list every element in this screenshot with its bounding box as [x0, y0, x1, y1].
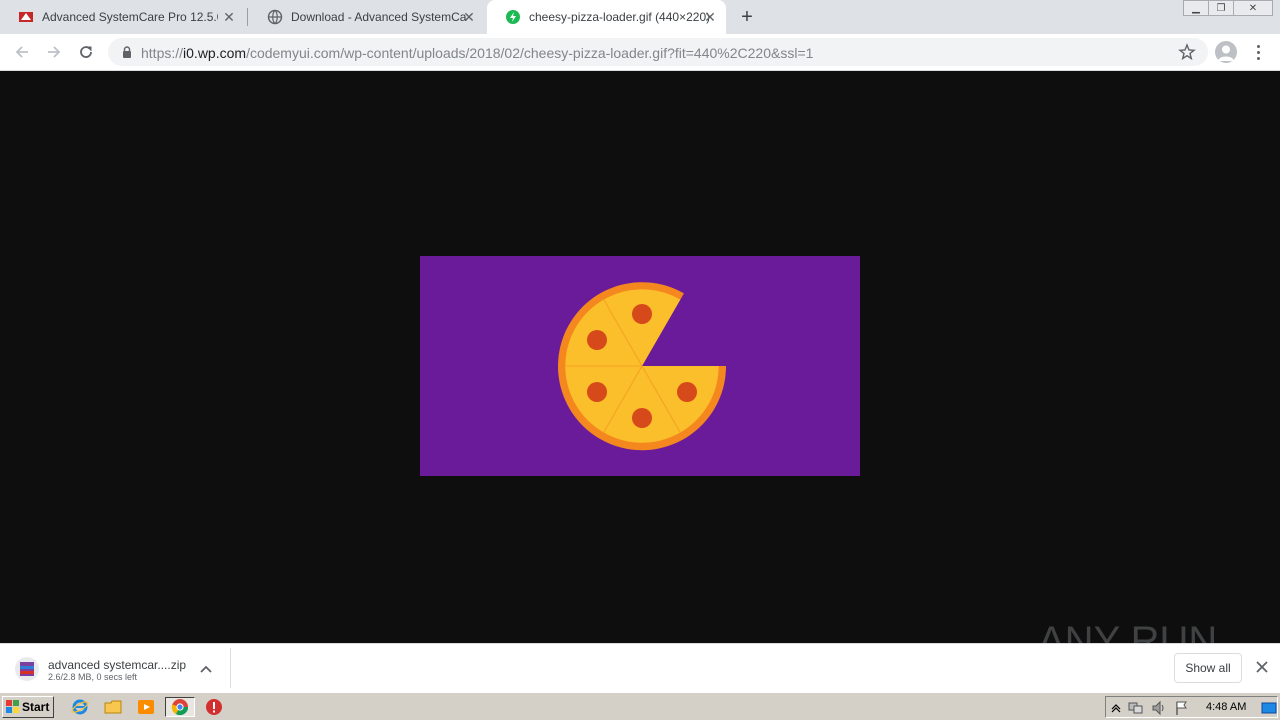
back-arrow-icon[interactable]: [10, 40, 34, 64]
new-tab-plus-icon[interactable]: +: [737, 6, 757, 28]
reload-icon[interactable]: [74, 40, 98, 64]
bookmark-star-icon[interactable]: [1178, 43, 1196, 61]
tab-pizza-loader[interactable]: cheesy-pizza-loader.gif (440×220) ✕: [487, 0, 726, 34]
url-path: /codemyui.com/wp-content/uploads/2018/02…: [246, 45, 814, 61]
tab-strip: Advanced SystemCare Pro 12.5.0.3 ✕ Downl…: [0, 0, 1280, 34]
browser-toolbar: https://i0.wp.com/codemyui.com/wp-conten…: [0, 34, 1280, 71]
internet-explorer-icon[interactable]: [70, 697, 90, 717]
tab-separator: [247, 8, 248, 26]
download-item[interactable]: advanced systemcar....zip 2.6/2.8 MB, 0 …: [8, 648, 230, 688]
page-viewport: [0, 72, 1280, 643]
taskbar-clock: 4:48 AM: [1206, 701, 1247, 713]
close-tab-icon[interactable]: ✕: [221, 9, 237, 25]
restore-icon[interactable]: ❐: [1208, 0, 1234, 16]
start-button[interactable]: Start: [2, 696, 54, 718]
close-window-icon[interactable]: ✕: [1233, 0, 1273, 16]
system-tray: 4:48 AM: [1105, 696, 1278, 718]
windows-logo-icon: [6, 700, 20, 714]
url-host: i0.wp.com: [183, 45, 247, 61]
download-status: 2.6/2.8 MB, 0 secs left: [48, 672, 138, 682]
action-center-flag-icon[interactable]: [1174, 700, 1190, 716]
tab-advanced-systemcare[interactable]: Advanced SystemCare Pro 12.5.0.3 ✕: [0, 0, 245, 34]
download-separator: [230, 648, 231, 688]
tab-title: cheesy-pizza-loader.gif (440×220): [529, 10, 709, 24]
media-player-icon[interactable]: [136, 697, 156, 717]
forward-arrow-icon[interactable]: [42, 40, 66, 64]
tab-title: Advanced SystemCare Pro 12.5.0.3: [42, 10, 218, 24]
lock-icon: [120, 45, 134, 59]
download-filename: advanced systemcar....zip: [48, 658, 187, 672]
file-explorer-icon[interactable]: [103, 697, 123, 717]
address-bar[interactable]: https://i0.wp.com/codemyui.com/wp-conten…: [108, 38, 1208, 66]
close-tab-icon[interactable]: ✕: [702, 9, 718, 25]
wordpress-bolt-icon: [505, 9, 521, 25]
show-hidden-icons-icon[interactable]: [1108, 700, 1124, 716]
download-shelf: advanced systemcar....zip 2.6/2.8 MB, 0 …: [0, 643, 1280, 692]
stop-sign-icon[interactable]: [204, 697, 224, 717]
chrome-taskbar-icon[interactable]: [165, 697, 195, 717]
kebab-menu-icon[interactable]: [1248, 41, 1268, 63]
url-text: https://i0.wp.com/codemyui.com/wp-conten…: [141, 45, 813, 61]
tab-title: Download - Advanced SystemCare P: [291, 10, 467, 24]
close-tab-icon[interactable]: ✕: [461, 9, 477, 25]
winrar-archive-icon: [14, 656, 40, 682]
chevron-up-icon[interactable]: [198, 662, 214, 678]
show-all-button[interactable]: Show all: [1174, 653, 1242, 683]
tab-download[interactable]: Download - Advanced SystemCare P ✕: [249, 0, 485, 34]
url-scheme: https://: [141, 45, 184, 61]
show-desktop-icon[interactable]: [1261, 700, 1277, 716]
volume-icon[interactable]: [1151, 700, 1167, 716]
profile-avatar-icon[interactable]: [1215, 41, 1237, 63]
systemcare-favicon-icon: [18, 9, 34, 25]
minimize-icon[interactable]: ▁: [1183, 0, 1209, 16]
globe-icon: [267, 9, 283, 25]
pizza-loader-image: [420, 256, 860, 476]
windows-taskbar: Start 4:48 AM: [0, 692, 1280, 720]
network-icon[interactable]: [1128, 700, 1144, 716]
close-download-shelf-icon[interactable]: [1254, 659, 1270, 675]
start-label: Start: [22, 700, 50, 714]
